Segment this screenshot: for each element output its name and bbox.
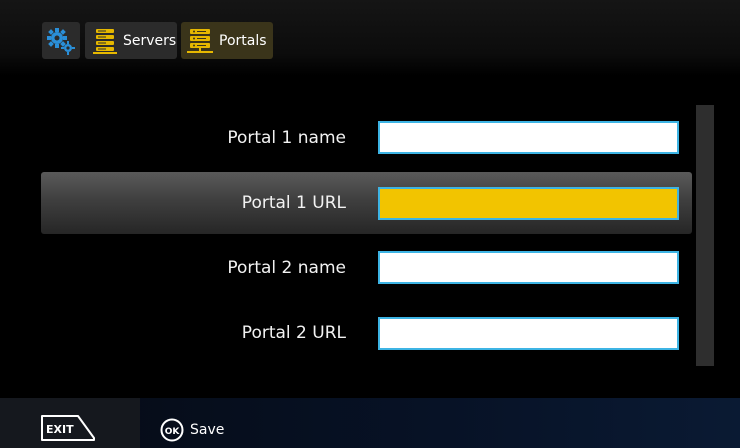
portal2-name-input[interactable] — [378, 251, 679, 284]
exit-label: EXIT — [46, 423, 74, 436]
save-label: Save — [190, 422, 225, 438]
save-button[interactable]: OK Save — [160, 418, 224, 442]
exit-area: EXIT — [0, 398, 140, 448]
ok-button-icon: OK — [160, 418, 184, 442]
bottom-bar: EXIT OK Save — [0, 398, 740, 448]
tab-servers[interactable]: Servers — [85, 22, 177, 59]
server-icon — [93, 28, 117, 54]
form-row-portal2-url: Portal 2 URL — [41, 302, 692, 364]
portal1-name-input[interactable] — [378, 121, 679, 154]
tab-portals[interactable]: Portals — [181, 22, 273, 59]
ok-badge: OK — [165, 427, 181, 437]
form-row-portal1-name: Portal 1 name — [41, 107, 692, 169]
top-toolbar: Servers Portals — [0, 0, 740, 76]
tab-portals-label: Portals — [219, 32, 267, 49]
portal2-name-label: Portal 2 name — [227, 258, 346, 278]
portal1-url-input[interactable] — [378, 187, 679, 220]
exit-button[interactable]: EXIT — [40, 414, 96, 446]
form-row-portal1-url: Portal 1 URL — [41, 172, 692, 234]
form-row-portal2-name: Portal 2 name — [41, 237, 692, 299]
gear-icon — [47, 27, 75, 55]
tab-servers-label: Servers — [123, 32, 177, 49]
portal2-url-label: Portal 2 URL — [241, 323, 346, 343]
portal1-name-label: Portal 1 name — [227, 128, 346, 148]
tab-settings[interactable] — [42, 22, 80, 59]
scrollbar[interactable] — [696, 105, 714, 366]
exit-key-icon: EXIT — [41, 415, 95, 441]
portal2-url-input[interactable] — [378, 317, 679, 350]
portal1-url-label: Portal 1 URL — [241, 193, 346, 213]
portal-icon — [187, 28, 213, 53]
